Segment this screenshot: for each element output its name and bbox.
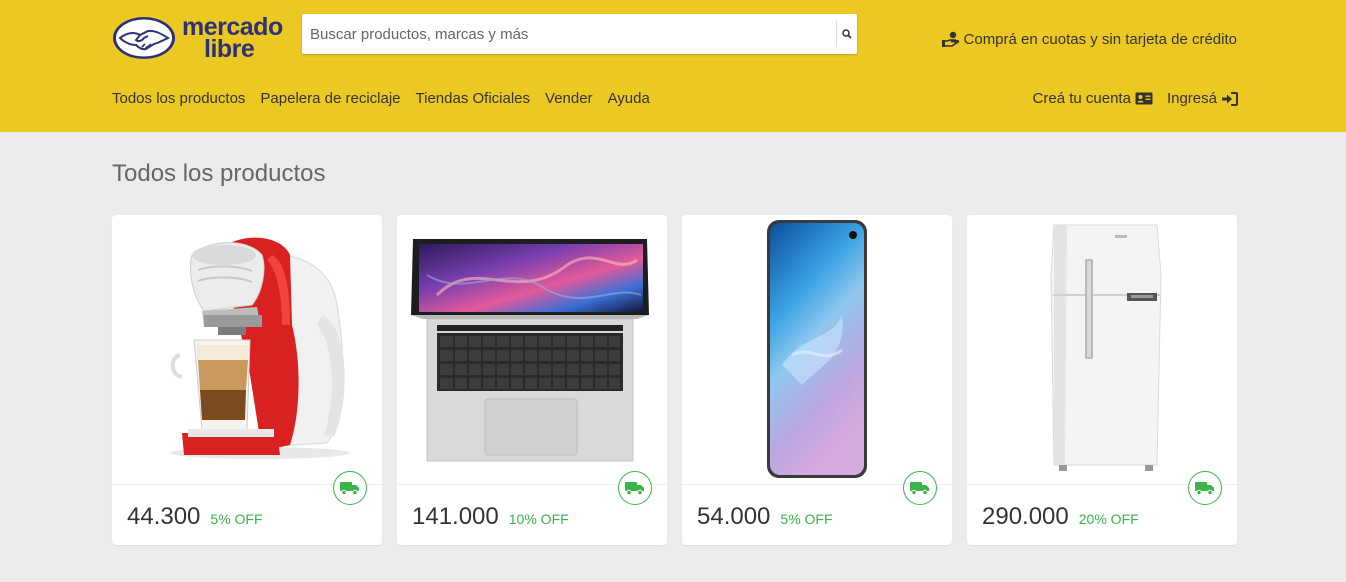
product-discount: 10% OFF	[508, 511, 569, 527]
nav-item-all-products[interactable]: Todos los productos	[112, 90, 245, 107]
nav-item-official-stores[interactable]: Tiendas Oficiales	[416, 90, 531, 107]
truck-icon	[910, 482, 929, 495]
product-card[interactable]: 44.300 5% OFF	[112, 215, 382, 545]
product-image-laptop	[397, 215, 667, 485]
nav-item-help[interactable]: Ayuda	[608, 90, 650, 107]
login-link[interactable]: Ingresá	[1167, 90, 1238, 107]
account-links: Creá tu cuenta Ingresá	[1019, 90, 1238, 107]
promo-text: Comprá en cuotas y sin tarjeta de crédit…	[963, 30, 1237, 48]
product-card[interactable]: 54.000 5% OFF	[682, 215, 952, 545]
search-icon	[842, 29, 852, 39]
product-card[interactable]: 290.000 20% OFF	[967, 215, 1237, 545]
price-row: 44.300 5% OFF	[127, 503, 263, 531]
signup-link[interactable]: Creá tu cuenta	[1033, 90, 1153, 107]
product-image-smartphone	[682, 215, 952, 485]
product-image-coffee-maker	[112, 215, 382, 485]
logo-line2: libre	[204, 35, 255, 63]
price-row: 54.000 5% OFF	[697, 503, 833, 531]
product-discount: 20% OFF	[1078, 511, 1139, 527]
product-grid: 44.300 5% OFF 141.000 10% OFF 54.000 5% …	[112, 215, 1237, 545]
hand-coin-icon	[941, 31, 959, 47]
handshake-logo-icon	[113, 17, 175, 59]
id-card-icon	[1135, 92, 1153, 105]
page-title: Todos los productos	[112, 160, 326, 187]
product-card[interactable]: 141.000 10% OFF	[397, 215, 667, 545]
free-shipping-badge	[1188, 471, 1222, 505]
price-row: 141.000 10% OFF	[412, 503, 569, 531]
product-price: 44.300	[127, 503, 201, 530]
installments-promo[interactable]: Comprá en cuotas y sin tarjeta de crédit…	[941, 28, 1237, 50]
search-input[interactable]	[302, 14, 836, 54]
login-label: Ingresá	[1166, 90, 1217, 107]
price-row: 290.000 20% OFF	[982, 503, 1139, 531]
nav-item-sell[interactable]: Vender	[545, 90, 593, 107]
logo-wordmark: mercado libre	[182, 14, 283, 63]
mercadolibre-logo[interactable]: mercado libre	[112, 14, 292, 62]
product-discount: 5% OFF	[210, 511, 263, 527]
signup-label: Creá tu cuenta	[1032, 90, 1131, 107]
product-price: 290.000	[982, 503, 1069, 530]
product-price: 141.000	[412, 503, 499, 530]
main-nav: Todos los productos Papelera de reciclaj…	[112, 90, 665, 107]
search-bar	[302, 14, 857, 54]
free-shipping-badge	[903, 471, 937, 505]
truck-icon	[625, 482, 644, 495]
nav-item-recycle-bin[interactable]: Papelera de reciclaje	[260, 90, 400, 107]
truck-icon	[1195, 482, 1214, 495]
search-button[interactable]	[836, 21, 857, 47]
product-image-refrigerator	[967, 215, 1237, 485]
product-discount: 5% OFF	[780, 511, 833, 527]
free-shipping-badge	[618, 471, 652, 505]
truck-icon	[340, 482, 359, 495]
product-price: 54.000	[697, 503, 771, 530]
header: mercado libre Comprá en cuotas y sin tar…	[0, 0, 1346, 132]
free-shipping-badge	[333, 471, 367, 505]
sign-in-icon	[1222, 91, 1238, 106]
